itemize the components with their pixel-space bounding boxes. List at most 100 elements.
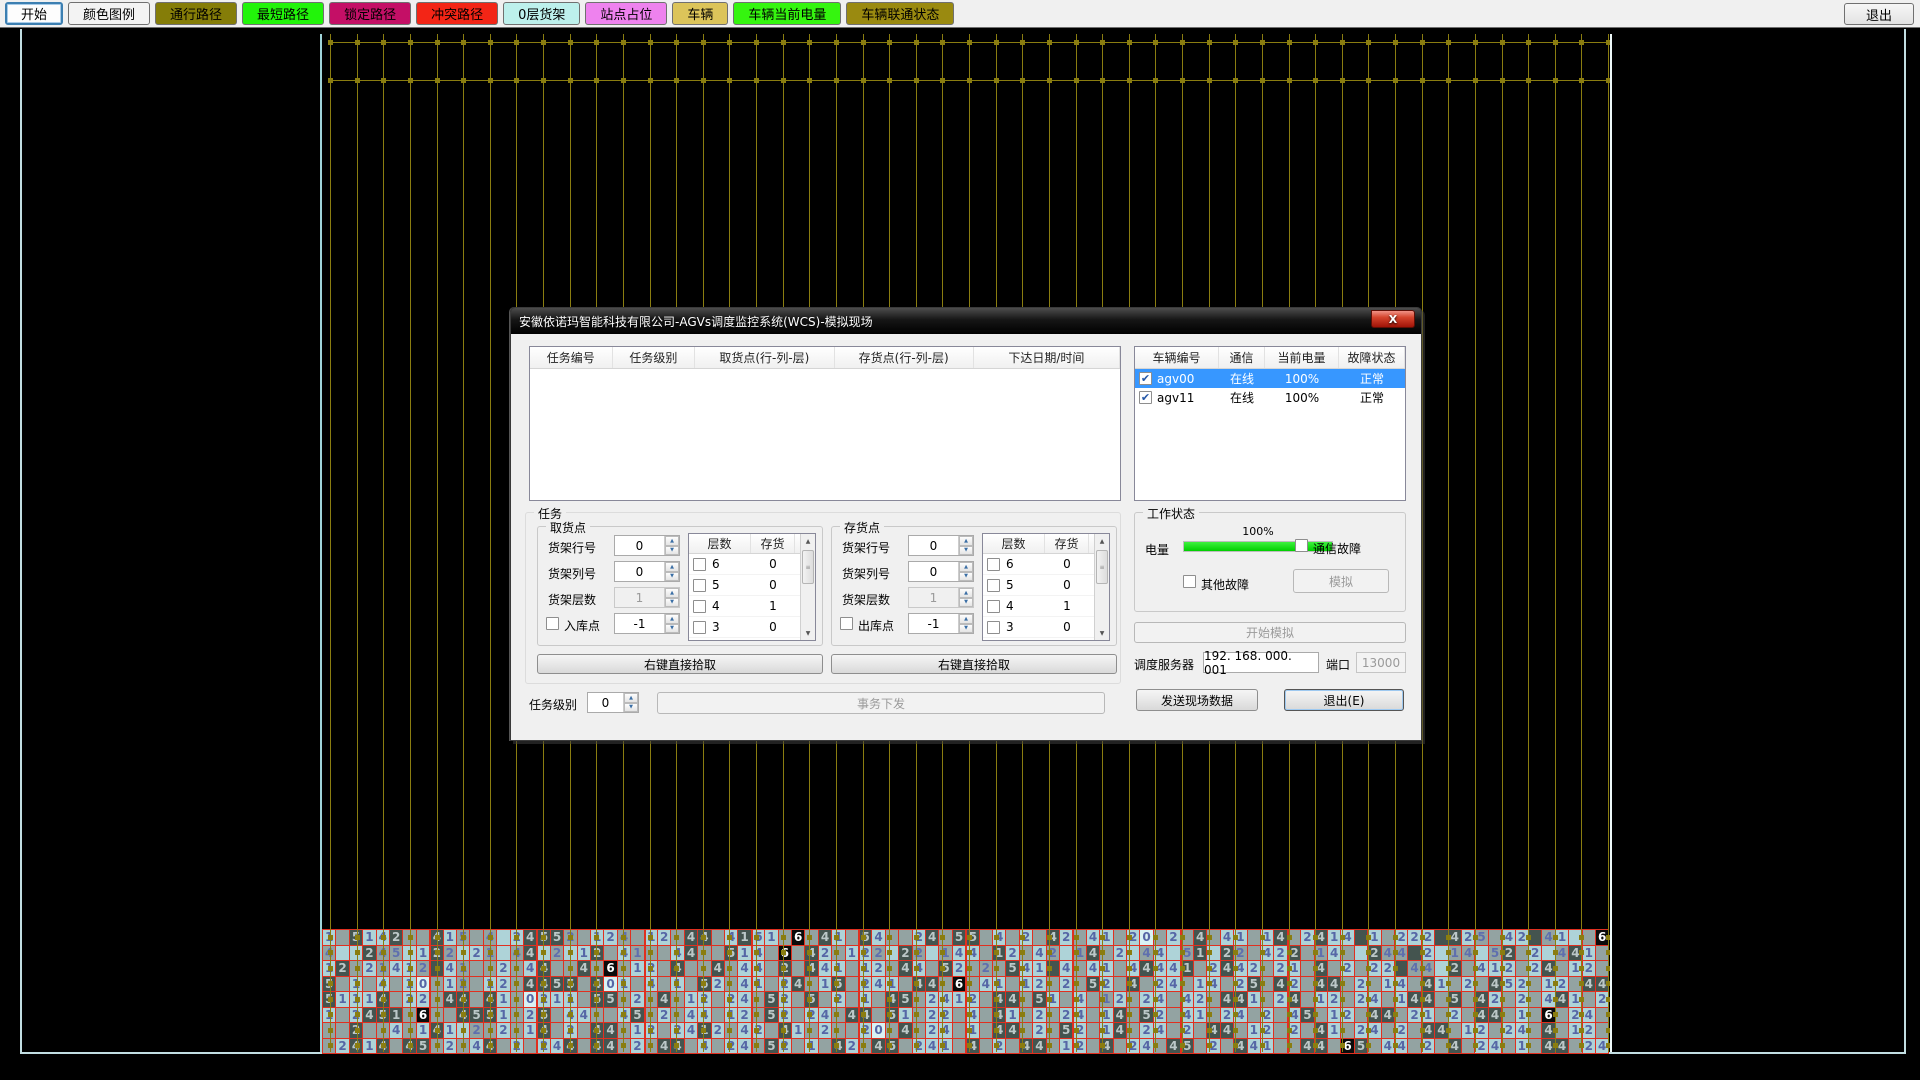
pickup-pick-button[interactable]: 右键直接拾取 — [537, 654, 823, 674]
storage-layer-value: 1 — [909, 588, 958, 607]
layer-row[interactable]: 41 — [689, 596, 815, 617]
layer-row[interactable]: 20 — [689, 638, 815, 641]
comm-fault-checkbox[interactable] — [1295, 539, 1308, 552]
layer-checkbox[interactable] — [693, 600, 706, 613]
vehicle-row[interactable]: ✔agv00在线100%正常 — [1135, 369, 1405, 388]
scroll-up-icon[interactable]: ▲ — [801, 534, 815, 548]
close-icon[interactable]: X — [1371, 310, 1415, 328]
dialog-titlebar[interactable]: 安徽依诺玛智能科技有限公司-AGVs调度监控系统(WCS)-模拟现场 X — [511, 308, 1421, 334]
layer-row[interactable]: 20 — [983, 638, 1109, 641]
toolbar-button-vehicle-battery[interactable]: 车辆当前电量 — [733, 2, 841, 25]
spin-up-icon[interactable]: ▲ — [959, 536, 973, 546]
vehicle-col-header[interactable]: 故障状态 — [1339, 347, 1405, 368]
toolbar-button-color-legend[interactable]: 颜色图例 — [68, 2, 150, 25]
toolbar-button-level0-shelf[interactable]: 0层货架 — [503, 2, 580, 25]
toolbar-button-conflict-path[interactable]: 冲突路径 — [416, 2, 498, 25]
scroll-thumb[interactable]: ≡ — [802, 550, 814, 584]
pickup-col-spinner[interactable]: 0 ▲▼ — [614, 561, 680, 582]
server-input[interactable]: 192. 168. 000. 001 — [1203, 652, 1319, 673]
spin-down-icon[interactable]: ▼ — [959, 572, 973, 582]
toolbar-button-locked-path[interactable]: 锁定路径 — [329, 2, 411, 25]
dialog-client: 任务编号任务级别取货点(行-列-层)存货点(行-列-层)下达日期/时间 车辆编号… — [511, 334, 1421, 740]
send-data-button[interactable]: 发送现场数据 — [1136, 689, 1258, 711]
toolbar-button-vehicle-link[interactable]: 车辆联通状态 — [846, 2, 954, 25]
pickup-row-spinner[interactable]: 0 ▲▼ — [614, 535, 680, 556]
vehicle-checkbox[interactable]: ✔ — [1139, 372, 1152, 385]
vehicle-table[interactable]: 车辆编号通信当前电量故障状态 ✔agv00在线100%正常✔agv11在线100… — [1134, 346, 1406, 501]
exit-button[interactable]: 退出 — [1844, 3, 1914, 25]
vehicle-comm: 在线 — [1219, 389, 1265, 406]
storage-col-spinner[interactable]: 0 ▲▼ — [908, 561, 974, 582]
toolbar-button-vehicle[interactable]: 车辆 — [672, 2, 728, 25]
storage-layer-table[interactable]: 层数存货6050413020▲≡▼ — [982, 533, 1110, 641]
inbound-spinner[interactable]: -1 ▲▼ — [614, 613, 680, 634]
spinner-arrows[interactable]: ▲▼ — [623, 693, 638, 712]
inbound-checkbox[interactable] — [546, 617, 559, 630]
layer-row[interactable]: 50 — [983, 575, 1109, 596]
spin-down-icon[interactable]: ▼ — [665, 546, 679, 556]
scroll-down-icon[interactable]: ▼ — [1095, 626, 1109, 640]
layer-checkbox[interactable] — [987, 558, 1000, 571]
layer-checkbox[interactable] — [693, 558, 706, 571]
layer-checkbox[interactable] — [987, 600, 1000, 613]
layer-row[interactable]: 60 — [983, 554, 1109, 575]
outbound-spinner[interactable]: -1 ▲▼ — [908, 613, 974, 634]
spinner-arrows[interactable]: ▲▼ — [958, 562, 973, 581]
task-col-header[interactable]: 任务编号 — [530, 347, 613, 368]
spin-up-icon[interactable]: ▲ — [665, 614, 679, 624]
vehicle-checkbox[interactable]: ✔ — [1139, 391, 1152, 404]
vehicle-row[interactable]: ✔agv11在线100%正常 — [1135, 388, 1405, 407]
mini-scrollbar[interactable]: ▲ ≡ ▼ — [800, 534, 815, 640]
stock-cell: 0 — [1045, 578, 1089, 592]
task-col-header[interactable]: 取货点(行-列-层) — [695, 347, 834, 368]
spinner-arrows[interactable]: ▲▼ — [664, 614, 679, 633]
scroll-up-icon[interactable]: ▲ — [1095, 534, 1109, 548]
scroll-down-icon[interactable]: ▼ — [801, 626, 815, 640]
layer-checkbox[interactable] — [693, 621, 706, 634]
spin-up-icon[interactable]: ▲ — [959, 614, 973, 624]
spin-up-icon[interactable]: ▲ — [959, 562, 973, 572]
spinner-arrows[interactable]: ▲▼ — [664, 536, 679, 555]
vehicle-col-header[interactable]: 车辆编号 — [1135, 347, 1219, 368]
spin-down-icon[interactable]: ▼ — [624, 703, 638, 713]
spin-down-icon[interactable]: ▼ — [959, 624, 973, 634]
toolbar-button-start[interactable]: 开始 — [5, 2, 63, 25]
spinner-arrows[interactable]: ▲▼ — [958, 614, 973, 633]
outbound-checkbox[interactable] — [840, 617, 853, 630]
task-col-header[interactable]: 存货点(行-列-层) — [835, 347, 974, 368]
task-col-header[interactable]: 任务级别 — [613, 347, 696, 368]
toolbar-button-station-occupy[interactable]: 站点占位 — [585, 2, 667, 25]
spin-up-icon[interactable]: ▲ — [665, 536, 679, 546]
pickup-layer-table[interactable]: 层数存货6050413020▲≡▼ — [688, 533, 816, 641]
toolbar-button-pass-path[interactable]: 通行路径 — [155, 2, 237, 25]
scroll-thumb[interactable]: ≡ — [1096, 550, 1108, 584]
other-fault-checkbox[interactable] — [1183, 575, 1196, 588]
comm-fault-label: 通信故障 — [1313, 540, 1361, 557]
spin-down-icon[interactable]: ▼ — [959, 546, 973, 556]
layer-row[interactable]: 30 — [983, 617, 1109, 638]
mini-scrollbar[interactable]: ▲ ≡ ▼ — [1094, 534, 1109, 640]
spinner-arrows[interactable]: ▲▼ — [958, 536, 973, 555]
layer-checkbox[interactable] — [987, 621, 1000, 634]
vehicle-col-header[interactable]: 通信 — [1219, 347, 1265, 368]
layer-row[interactable]: 60 — [689, 554, 815, 575]
storage-pick-button[interactable]: 右键直接拾取 — [831, 654, 1117, 674]
task-table[interactable]: 任务编号任务级别取货点(行-列-层)存货点(行-列-层)下达日期/时间 — [529, 346, 1121, 501]
spin-down-icon[interactable]: ▼ — [665, 572, 679, 582]
layer-row[interactable]: 50 — [689, 575, 815, 596]
layer-checkbox[interactable] — [693, 579, 706, 592]
vehicle-col-header[interactable]: 当前电量 — [1265, 347, 1339, 368]
spin-up-icon[interactable]: ▲ — [665, 562, 679, 572]
task-level-spinner[interactable]: 0 ▲▼ — [587, 692, 639, 713]
toolbar-button-shortest-path[interactable]: 最短路径 — [242, 2, 324, 25]
layer-num: 3 — [712, 620, 720, 634]
task-col-header[interactable]: 下达日期/时间 — [974, 347, 1120, 368]
spin-up-icon[interactable]: ▲ — [624, 693, 638, 703]
layer-row[interactable]: 30 — [689, 617, 815, 638]
spin-down-icon[interactable]: ▼ — [665, 624, 679, 634]
dialog-exit-button[interactable]: 退出(E) — [1284, 689, 1404, 711]
spinner-arrows[interactable]: ▲▼ — [664, 562, 679, 581]
layer-checkbox[interactable] — [987, 579, 1000, 592]
storage-row-spinner[interactable]: 0 ▲▼ — [908, 535, 974, 556]
layer-row[interactable]: 41 — [983, 596, 1109, 617]
